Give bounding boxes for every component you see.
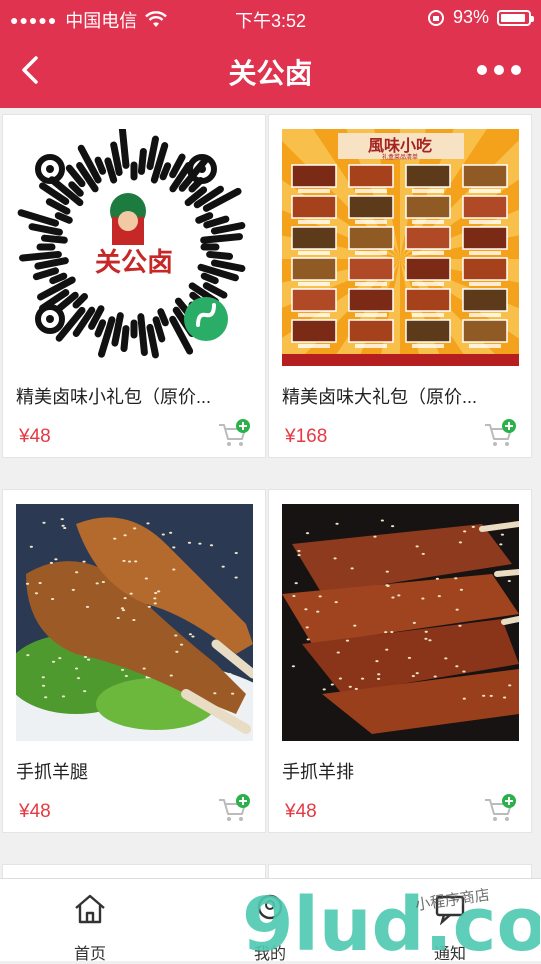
product-name: 精美卤味大礼包（原价... (282, 387, 478, 407)
product-price: ¥168 (285, 426, 328, 447)
lamb-leg-photo (16, 504, 253, 741)
tab-bar: 首页 我的 通知 (0, 878, 541, 963)
add-to-cart-icon[interactable] (217, 794, 251, 824)
orientation-lock-icon (427, 9, 444, 26)
product-card[interactable]: 手抓羊腿 ¥48 (2, 489, 266, 833)
add-to-cart-icon[interactable] (483, 794, 517, 824)
tab-notifications[interactable]: 通知 (360, 879, 540, 963)
more-button[interactable] (477, 56, 521, 84)
page-title: 关公卤 (228, 58, 313, 89)
product-image-qr-code[interactable]: 关公卤 (16, 129, 253, 366)
home-icon (75, 894, 105, 924)
product-price: ¥48 (285, 801, 317, 822)
product-name: 手抓羊腿 (16, 762, 88, 782)
user-icon (257, 894, 283, 920)
poster-subtitle: 礼盒菜品清单 (382, 153, 418, 161)
product-name: 手抓羊排 (282, 762, 354, 782)
tab-mine[interactable]: 我的 (180, 879, 360, 963)
tab-label: 首页 (73, 946, 106, 963)
product-image-menu-poster[interactable]: 風味小吃 礼盒菜品清单 (282, 129, 519, 366)
product-image-lamb-leg[interactable] (16, 504, 253, 741)
tab-label: 通知 (433, 946, 466, 963)
add-to-cart-icon[interactable] (217, 419, 251, 449)
tab-label: 我的 (253, 946, 286, 963)
notification-icon (435, 895, 465, 925)
product-card[interactable]: 关公卤 精美卤味小礼包（原价... ¥48 (2, 114, 266, 458)
product-price: ¥48 (19, 801, 51, 822)
poster-title: 風味小吃 (368, 136, 432, 155)
more-dot-icon (477, 65, 487, 75)
nav-bar: 关公卤 (0, 34, 541, 108)
qr-logo-text: 关公卤 (95, 248, 173, 278)
food-menu-poster: 風味小吃 礼盒菜品清单 (282, 129, 519, 366)
more-dot-icon (511, 65, 521, 75)
more-dot-icon (494, 65, 504, 75)
product-image-lamb-ribs[interactable] (282, 504, 519, 741)
battery-percent: 93% (452, 7, 489, 27)
product-name: 精美卤味小礼包（原价... (16, 387, 212, 407)
add-to-cart-icon[interactable] (483, 419, 517, 449)
product-price: ¥48 (19, 426, 51, 447)
battery-icon (497, 9, 534, 26)
status-bar: ●●●●● 中国电信 下午3:52 93% (0, 0, 541, 34)
lamb-ribs-photo (282, 504, 519, 741)
product-card[interactable]: 風味小吃 礼盒菜品清单 精美卤味大礼包（原价... ¥168 (268, 114, 532, 458)
qr-code-image: 关公卤 (16, 129, 253, 366)
tab-home[interactable]: 首页 (0, 879, 180, 963)
product-card[interactable]: 手抓羊排 ¥48 (268, 489, 532, 833)
